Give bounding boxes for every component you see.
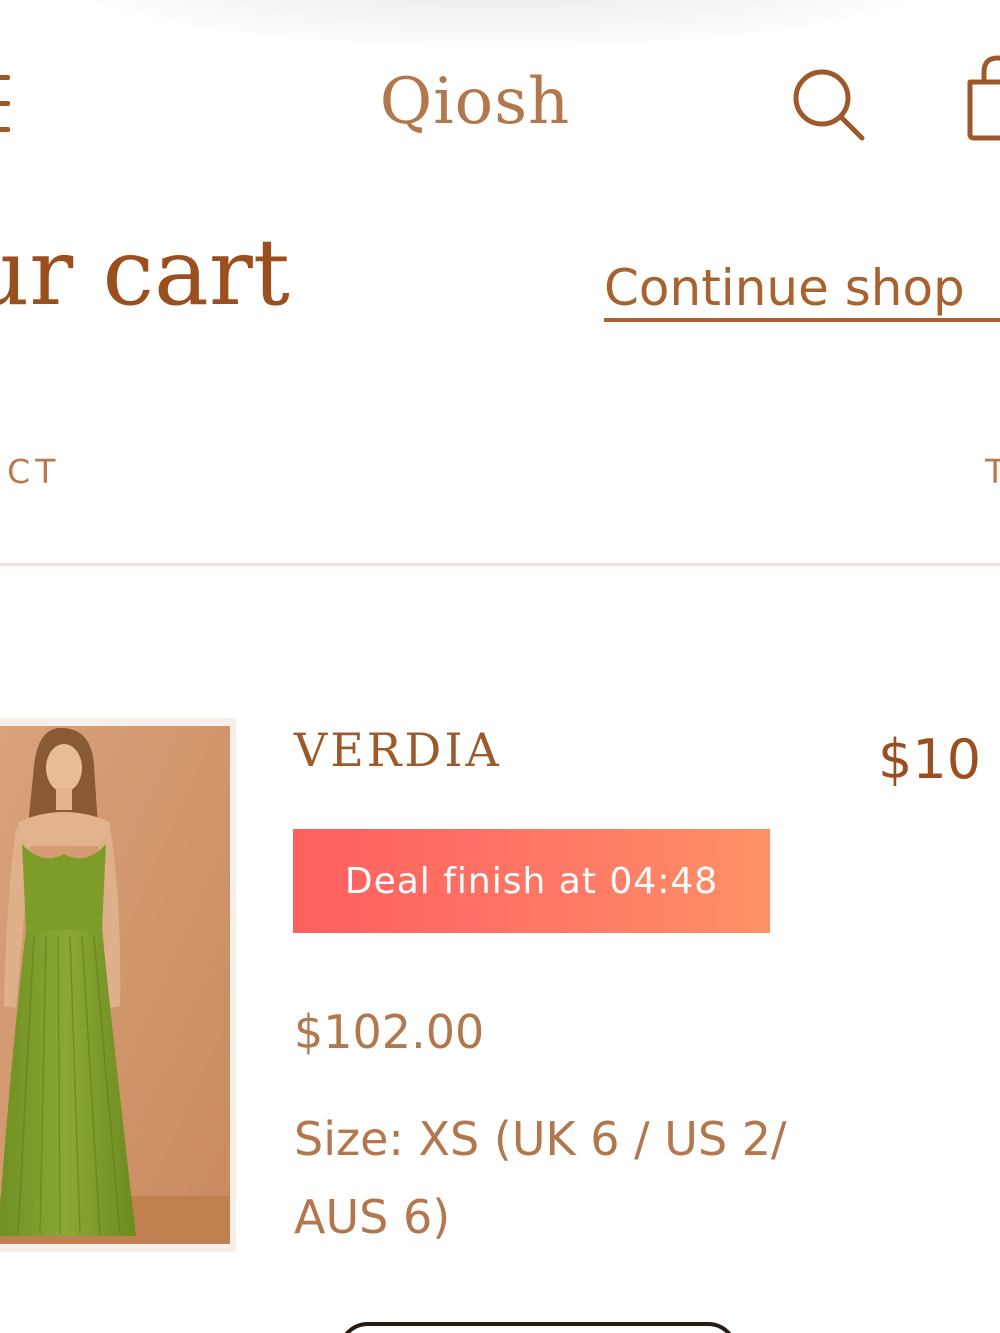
cart-page: Qiosh ur cart Continue shop UCT T <box>0 0 1000 1333</box>
header-divider <box>0 563 1000 566</box>
size-option: Size: XS (UK 6 / US 2/ AUS 6) <box>294 1112 787 1244</box>
search-button[interactable] <box>790 66 870 146</box>
column-header-total: T <box>985 452 1000 492</box>
product-image[interactable] <box>0 718 236 1252</box>
shopping-bag-icon <box>967 55 1000 141</box>
product-name[interactable]: VERDIA <box>294 722 502 778</box>
unit-price: $102.00 <box>294 1005 485 1059</box>
store-logo[interactable]: Qiosh <box>370 62 580 142</box>
top-shadow <box>0 0 1000 60</box>
line-total-price: $10 <box>878 728 982 791</box>
search-icon <box>793 69 865 141</box>
continue-shopping-underline <box>604 318 1000 322</box>
quantity-selector[interactable] <box>338 1322 738 1333</box>
cart-button[interactable] <box>962 52 1000 142</box>
page-title: ur cart <box>0 219 290 326</box>
column-header-product: UCT <box>0 452 61 491</box>
deal-countdown-text: Deal finish at 04:48 <box>344 860 719 902</box>
hamburger-menu-icon[interactable] <box>0 75 10 135</box>
continue-shopping-link[interactable]: Continue shop <box>604 258 965 318</box>
green-dress-photo <box>0 726 230 1244</box>
deal-countdown-banner: Deal finish at 04:48 <box>293 829 770 933</box>
